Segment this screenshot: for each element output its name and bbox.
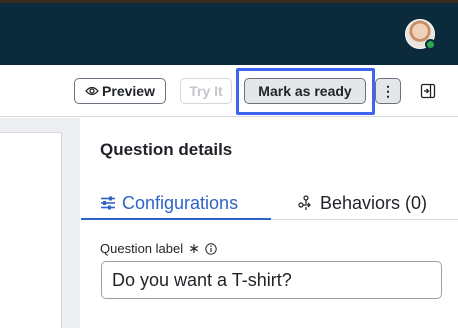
question-label-field-label: Question label ∗ [100,240,217,257]
mark-as-ready-button[interactable]: Mark as ready [244,78,366,104]
eye-icon [85,86,99,96]
app-header [0,0,458,65]
preview-button[interactable]: Preview [74,78,166,104]
preview-label: Preview [102,83,155,99]
more-options-icon: ⋮ [381,83,395,99]
tab-divider [271,219,458,220]
tab-behaviors[interactable]: Behaviors (0) [298,188,427,218]
question-details-panel: Question details Configurations Behavior… [81,118,458,328]
editor-toolbar: Preview Try It Mark as ready ⋮ [0,65,458,117]
required-icon: ∗ [188,240,200,256]
question-label-text: Question label [100,241,184,256]
sliders-icon [100,196,116,210]
collapse-panel-icon [420,83,436,99]
info-icon[interactable] [205,242,217,255]
behaviors-icon [298,195,314,211]
tab-configurations[interactable]: Configurations [100,188,238,218]
collapse-panel-button[interactable] [413,78,443,104]
form-canvas [0,118,80,328]
online-status-icon [425,39,436,50]
try-it-button[interactable]: Try It [180,78,232,104]
try-it-label: Try It [189,83,223,99]
panel-title: Question details [100,140,233,159]
question-label-input[interactable] [101,261,442,299]
tab-configurations-label: Configurations [122,192,239,213]
mark-as-ready-label: Mark as ready [258,83,352,99]
tab-behaviors-label: Behaviors (0) [320,192,428,213]
more-options-button[interactable]: ⋮ [375,78,401,104]
active-tab-indicator [81,218,271,220]
canvas-card[interactable] [0,132,62,328]
